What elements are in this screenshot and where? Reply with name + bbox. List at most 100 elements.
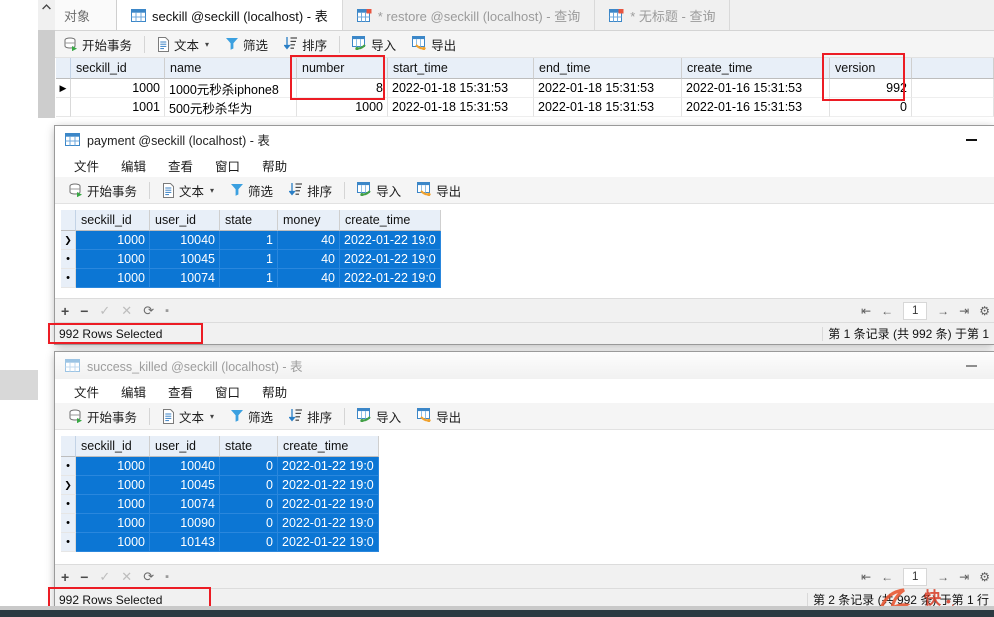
column-header-seckill-id[interactable]: seckill_id xyxy=(76,436,150,457)
row-marker[interactable]: • xyxy=(61,495,76,514)
payment-sort-button[interactable]: 排序 xyxy=(281,178,340,202)
cell-user-id[interactable]: 10143 xyxy=(150,533,220,552)
cell-create-time[interactable]: 2022-01-22 19:0 xyxy=(278,495,379,514)
cell-user-id[interactable]: 10040 xyxy=(150,457,220,476)
chevron-down-icon[interactable]: ▾ xyxy=(210,412,214,421)
success-export-button[interactable]: 导出 xyxy=(409,404,469,428)
success-title-bar[interactable]: success_killed @seckill (localhost) - 表 xyxy=(55,352,994,379)
column-header-state[interactable]: state xyxy=(220,436,278,457)
cell-end-time[interactable]: 2022-01-18 15:31:53 xyxy=(534,98,682,117)
row-marker[interactable]: ❯ xyxy=(61,476,76,495)
cell-money[interactable]: 40 xyxy=(278,231,340,250)
cell-user-id[interactable]: 10045 xyxy=(150,250,220,269)
payment-filter-button[interactable]: 筛选 xyxy=(222,178,281,202)
cell-create-time[interactable]: 2022-01-22 19:0 xyxy=(340,250,441,269)
chevron-down-icon[interactable]: ▾ xyxy=(210,186,214,195)
column-header-seckill-id[interactable]: seckill_id xyxy=(76,210,150,231)
page-number-input[interactable]: 1 xyxy=(903,567,928,586)
payment-import-button[interactable]: 导入 xyxy=(349,178,409,202)
cell-money[interactable]: 40 xyxy=(278,269,340,288)
success-minimize-button[interactable] xyxy=(949,352,994,379)
success-filter-button[interactable]: 筛选 xyxy=(222,404,281,428)
column-header-create-time[interactable]: create_time xyxy=(278,436,379,457)
cell-number[interactable]: 1000 xyxy=(297,98,388,117)
first-page-button[interactable]: ⇤ xyxy=(861,304,871,318)
cell-create-time[interactable]: 2022-01-16 15:31:53 xyxy=(682,98,830,117)
menu-edit[interactable]: 编辑 xyxy=(110,156,157,175)
payment-window[interactable]: payment @seckill (localhost) - 表 文件 编辑 查… xyxy=(55,126,994,344)
success-sort-button[interactable]: 排序 xyxy=(281,404,340,428)
payment-data-grid[interactable]: seckill_id user_id state money create_ti… xyxy=(61,210,454,288)
cell-money[interactable]: 40 xyxy=(278,250,340,269)
payment-text-button[interactable]: 文本 ▾ xyxy=(154,178,222,202)
cell-create-time[interactable]: 2022-01-22 19:0 xyxy=(278,457,379,476)
cell-start-time[interactable]: 2022-01-18 15:31:53 xyxy=(388,98,534,117)
cell-name[interactable]: 500元秒杀华为 xyxy=(165,98,297,117)
cell-create-time[interactable]: 2022-01-22 19:0 xyxy=(278,533,379,552)
column-header-seckill-id[interactable]: seckill_id xyxy=(71,58,165,79)
payment-export-button[interactable]: 导出 xyxy=(409,178,469,202)
cancel-changes-button[interactable]: ✕ xyxy=(121,569,132,585)
cell-start-time[interactable]: 2022-01-18 15:31:53 xyxy=(388,79,534,98)
column-header-version[interactable]: version xyxy=(830,58,912,79)
table-row[interactable]: • 1000 10143 0 2022-01-22 19:0 xyxy=(61,533,381,552)
menu-file[interactable]: 文件 xyxy=(63,156,110,175)
cell-end-time[interactable]: 2022-01-18 15:31:53 xyxy=(534,79,682,98)
last-page-button[interactable]: ⇥ xyxy=(959,304,969,318)
row-marker[interactable]: ▶ xyxy=(56,79,71,98)
column-header-start-time[interactable]: start_time xyxy=(388,58,534,79)
cell-user-id[interactable]: 10074 xyxy=(150,269,220,288)
next-page-button[interactable]: → xyxy=(937,570,949,584)
cell-user-id[interactable]: 10040 xyxy=(150,231,220,250)
table-row[interactable]: • 1000 10074 1 40 2022-01-22 19:0 xyxy=(61,269,454,288)
cancel-changes-button[interactable]: ✕ xyxy=(121,303,132,319)
apply-changes-button[interactable]: ✓ xyxy=(99,569,110,585)
table-row[interactable]: ▶ 1000 1000元秒杀iphone8 8 2022-01-18 15:31… xyxy=(56,79,994,98)
cell-state[interactable]: 1 xyxy=(220,250,278,269)
menu-file[interactable]: 文件 xyxy=(63,382,110,401)
menu-help[interactable]: 帮助 xyxy=(251,156,298,175)
column-header-user-id[interactable]: user_id xyxy=(150,210,220,231)
cell-create-time[interactable]: 2022-01-16 15:31:53 xyxy=(682,79,830,98)
cell-create-time[interactable]: 2022-01-22 19:0 xyxy=(340,231,441,250)
filter-button[interactable]: 筛选 xyxy=(217,32,276,56)
export-button[interactable]: 导出 xyxy=(404,32,464,56)
prev-page-button[interactable]: ← xyxy=(881,570,893,584)
stop-button[interactable]: ▪ xyxy=(165,305,169,317)
row-marker[interactable]: • xyxy=(61,533,76,552)
grid-settings-icon[interactable]: ⚙ xyxy=(979,304,990,318)
tab-untitled-query[interactable]: * 无标题 - 查询 xyxy=(595,0,731,30)
tab-seckill-table[interactable]: seckill @seckill (localhost) - 表 xyxy=(117,0,343,30)
row-marker[interactable]: • xyxy=(61,250,76,269)
text-button[interactable]: 文本 ▾ xyxy=(149,32,217,56)
cell-seckill-id[interactable]: 1000 xyxy=(76,495,150,514)
begin-transaction-button[interactable]: 开始事务 xyxy=(56,32,140,56)
stop-button[interactable]: ▪ xyxy=(165,571,169,583)
page-number-input[interactable]: 1 xyxy=(903,301,928,320)
column-header-money[interactable]: money xyxy=(278,210,340,231)
cell-version[interactable]: 0 xyxy=(830,98,912,117)
table-row[interactable]: • 1000 10045 1 40 2022-01-22 19:0 xyxy=(61,250,454,269)
cell-seckill-id[interactable]: 1000 xyxy=(76,533,150,552)
add-record-button[interactable]: + xyxy=(61,569,69,585)
column-header-end-time[interactable]: end_time xyxy=(534,58,682,79)
cell-state[interactable]: 1 xyxy=(220,231,278,250)
cell-user-id[interactable]: 10074 xyxy=(150,495,220,514)
success-import-button[interactable]: 导入 xyxy=(349,404,409,428)
column-header-create-time[interactable]: create_time xyxy=(682,58,830,79)
cell-state[interactable]: 0 xyxy=(220,514,278,533)
table-row[interactable]: ❯ 1000 10040 1 40 2022-01-22 19:0 xyxy=(61,231,454,250)
cell-create-time[interactable]: 2022-01-22 19:0 xyxy=(340,269,441,288)
menu-window[interactable]: 窗口 xyxy=(204,156,251,175)
menu-help[interactable]: 帮助 xyxy=(251,382,298,401)
payment-begin-transaction-button[interactable]: 开始事务 xyxy=(61,178,145,202)
cell-version[interactable]: 992 xyxy=(830,79,912,98)
cell-name[interactable]: 1000元秒杀iphone8 xyxy=(165,79,297,98)
cell-state[interactable]: 0 xyxy=(220,495,278,514)
success-text-button[interactable]: 文本 ▾ xyxy=(154,404,222,428)
delete-record-button[interactable]: − xyxy=(80,303,88,319)
cell-seckill-id[interactable]: 1000 xyxy=(76,476,150,495)
column-header-name[interactable]: name xyxy=(165,58,297,79)
cell-seckill-id[interactable]: 1000 xyxy=(76,514,150,533)
delete-record-button[interactable]: − xyxy=(80,569,88,585)
